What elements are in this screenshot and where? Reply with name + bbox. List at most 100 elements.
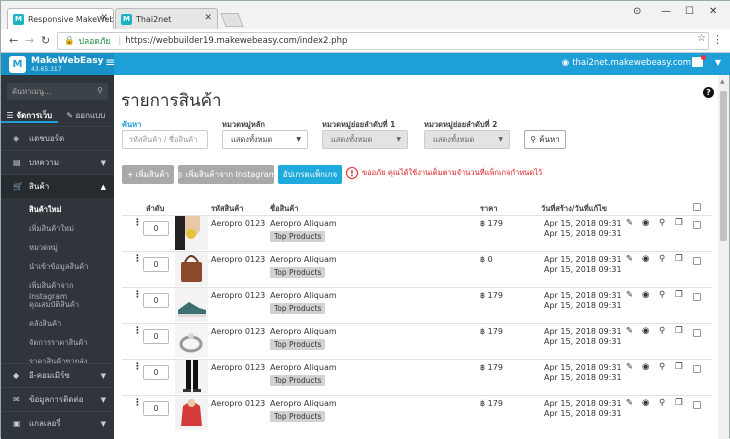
drag-handle-icon[interactable]: ⋮ <box>133 362 142 372</box>
sidebar-item-products[interactable]: 🛒 สินค้า ▲ <box>1 174 114 198</box>
product-name[interactable]: Aeropro Aliquam <box>270 219 337 228</box>
submenu-instagram[interactable]: เพิ่มสินค้าจาก Instagram <box>1 280 114 301</box>
submenu-add-product[interactable]: เพิ่มสินค้าใหม่ <box>1 223 114 235</box>
product-name[interactable]: Aeropro Aliquam <box>270 327 337 336</box>
tab-thai2net[interactable]: M Thai2net ✕ <box>115 8 218 29</box>
submenu-categories[interactable]: หมวดหมู่ <box>1 242 114 254</box>
close-window-icon[interactable]: ✕ <box>709 6 717 17</box>
sidebar-item-articles[interactable]: ▤ บทความ ▼ <box>1 150 114 174</box>
url-bar[interactable]: 🔒 ปลอดภัย | https://webbuilder19.makeweb… <box>57 32 709 50</box>
edit-icon[interactable]: ✎ <box>626 326 633 336</box>
submenu-attributes[interactable]: คุณสมบัติสินค้า <box>1 299 114 311</box>
row-checkbox[interactable] <box>693 401 701 409</box>
close-tab-icon[interactable]: ✕ <box>204 13 212 23</box>
copy-icon[interactable]: ❐ <box>675 362 683 372</box>
drag-handle-icon[interactable]: ⋮ <box>133 254 142 264</box>
edit-icon[interactable]: ✎ <box>626 398 633 408</box>
product-name[interactable]: Aeropro Aliquam <box>270 255 337 264</box>
eye-icon[interactable]: ◉ <box>642 218 649 228</box>
submenu-new-products[interactable]: สินค้าใหม่ <box>1 204 114 216</box>
eye-icon[interactable]: ◉ <box>642 254 649 264</box>
search-button[interactable]: ⚲ ค้นหา <box>524 130 566 149</box>
main-category-select[interactable]: แสดงทั้งหมด ▼ <box>222 130 308 149</box>
menu-search-input[interactable]: ค้นหาเมนู... ⚲ <box>7 83 108 100</box>
bookmark-star-icon[interactable]: ☆ <box>697 33 706 44</box>
search-icon[interactable]: ⚲ <box>659 254 665 264</box>
add-product-button[interactable]: + เพิ่มสินค้า <box>122 165 174 184</box>
row-checkbox[interactable] <box>693 221 701 229</box>
close-tab-icon[interactable]: ✕ <box>100 13 108 23</box>
edit-icon[interactable]: ✎ <box>626 218 633 228</box>
sidebar-item-ecommerce[interactable]: ◆ อี-คอมเมิร์ซ ▼ <box>1 363 114 387</box>
copy-icon[interactable]: ❐ <box>675 218 683 228</box>
order-input[interactable]: 0 <box>143 257 169 272</box>
eye-icon[interactable]: ◉ <box>642 290 649 300</box>
sidebar-item-contact[interactable]: ✉ ข้อมูลการติดต่อ ▼ <box>1 387 114 411</box>
search-icon[interactable]: ⚲ <box>659 362 665 372</box>
created-date: Apr 15, 2018 09:31 <box>544 291 622 300</box>
messages-icon[interactable] <box>692 55 706 67</box>
tab-design[interactable]: ✎ ออกแบบ <box>58 105 115 123</box>
product-search-input[interactable]: รหัสสินค้า / ชื่อสินค้า <box>122 130 208 149</box>
product-name[interactable]: Aeropro Aliquam <box>270 291 337 300</box>
product-name[interactable]: Aeropro Aliquam <box>270 363 337 372</box>
search-icon[interactable]: ⚲ <box>659 398 665 408</box>
sub-category-1-select[interactable]: แสดงทั้งหมด ▼ <box>322 130 408 149</box>
row-checkbox[interactable] <box>693 329 701 337</box>
new-tab-button[interactable] <box>220 13 244 27</box>
site-link[interactable]: ◉ thai2net.makewebeasy.com <box>562 58 691 68</box>
scrollbar[interactable]: ▲ <box>718 75 729 439</box>
eye-icon[interactable]: ◉ <box>642 362 649 372</box>
add-instagram-button[interactable]: ◎ เพิ่มสินค้าจาก Instagram <box>176 165 277 184</box>
sidebar-item-dashboard[interactable]: ◈ แดชบอร์ด <box>1 126 114 150</box>
row-checkbox[interactable] <box>693 293 701 301</box>
browser-menu-icon[interactable]: ⋮ <box>712 33 723 46</box>
help-icon[interactable]: ? <box>703 87 714 98</box>
edit-icon[interactable]: ✎ <box>626 362 633 372</box>
tab-responsive-makewebeasy[interactable]: M Responsive MakeWebEasy ✕ <box>7 8 114 29</box>
order-input[interactable]: 0 <box>143 293 169 308</box>
edit-icon[interactable]: ✎ <box>626 290 633 300</box>
drag-handle-icon[interactable]: ⋮ <box>133 218 142 228</box>
minimize-icon[interactable]: — <box>661 6 671 17</box>
tab-manage-web[interactable]: ☰ จัดการเว็บ <box>1 105 58 123</box>
copy-icon[interactable]: ❐ <box>675 398 683 408</box>
submenu-inventory[interactable]: คลังสินค้า <box>1 318 114 330</box>
order-input[interactable]: 0 <box>143 329 169 344</box>
order-input[interactable]: 0 <box>143 221 169 236</box>
row-checkbox[interactable] <box>693 365 701 373</box>
copy-icon[interactable]: ❐ <box>675 254 683 264</box>
scroll-up-icon[interactable]: ▲ <box>720 78 725 85</box>
hamburger-menu-icon[interactable]: ≡ <box>105 55 115 69</box>
sub-category-2-select[interactable]: แสดงทั้งหมด ▼ <box>424 130 510 149</box>
order-input[interactable]: 0 <box>143 365 169 380</box>
sidebar-item-gallery[interactable]: ▣ แกลเลอรี่ ▼ <box>1 411 114 435</box>
drag-handle-icon[interactable]: ⋮ <box>133 290 142 300</box>
submenu-pricing[interactable]: จัดการราคาสินค้า <box>1 337 114 349</box>
eye-icon[interactable]: ◉ <box>642 326 649 336</box>
select-all-checkbox[interactable] <box>693 203 701 211</box>
drag-handle-icon[interactable]: ⋮ <box>133 398 142 408</box>
search-icon[interactable]: ⚲ <box>659 218 665 228</box>
user-dropdown-icon[interactable]: ▼ <box>715 58 721 67</box>
forward-icon[interactable]: → <box>25 34 34 47</box>
product-name[interactable]: Aeropro Aliquam <box>270 399 337 408</box>
add-instagram-label: เพิ่มสินค้าจาก Instagram <box>185 170 277 179</box>
profile-icon[interactable]: ⊙ <box>633 6 641 17</box>
submenu-import[interactable]: นำเข้าข้อมูลสินค้า <box>1 261 114 273</box>
search-icon[interactable]: ⚲ <box>659 290 665 300</box>
maximize-icon[interactable]: ☐ <box>685 6 694 17</box>
edit-icon[interactable]: ✎ <box>626 254 633 264</box>
scrollbar-thumb[interactable] <box>720 91 727 241</box>
brand-logo[interactable]: M MakeWebEasy 43.65.317 <box>1 53 114 75</box>
copy-icon[interactable]: ❐ <box>675 290 683 300</box>
back-icon[interactable]: ← <box>9 34 18 47</box>
drag-handle-icon[interactable]: ⋮ <box>133 326 142 336</box>
eye-icon[interactable]: ◉ <box>642 398 649 408</box>
search-icon[interactable]: ⚲ <box>659 326 665 336</box>
reload-icon[interactable]: ↻ <box>41 34 50 47</box>
copy-icon[interactable]: ❐ <box>675 326 683 336</box>
order-input[interactable]: 0 <box>143 401 169 416</box>
upgrade-package-button[interactable]: อัปเกรดแพ็กเกจ <box>278 165 342 184</box>
row-checkbox[interactable] <box>693 257 701 265</box>
